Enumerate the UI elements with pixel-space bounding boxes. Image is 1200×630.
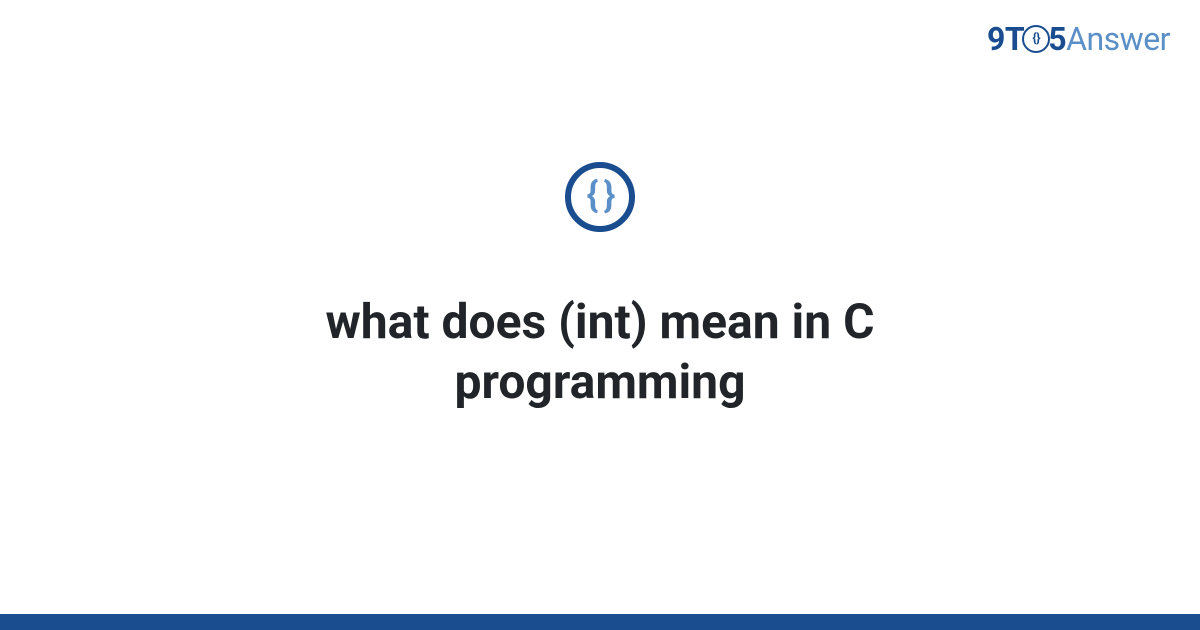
category-icon-wrapper: { } <box>565 162 635 232</box>
question-title: what does (int) mean in C programming <box>175 292 1025 412</box>
code-braces-icon: { } <box>565 162 635 232</box>
footer-accent-bar <box>0 614 1200 630</box>
braces-glyph: { } <box>587 177 614 213</box>
main-content: { } what does (int) mean in C programmin… <box>0 0 1200 614</box>
